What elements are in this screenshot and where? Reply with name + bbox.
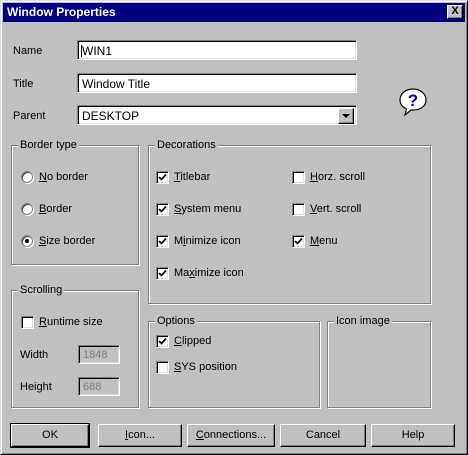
radio-no-border-label[interactable]: No border	[39, 171, 88, 183]
checkbox-system-menu[interactable]	[156, 203, 169, 216]
decorations-title: Decorations	[155, 139, 218, 151]
close-icon: X	[451, 5, 459, 17]
checkbox-vert-scroll-label[interactable]: Vert. scroll	[310, 203, 361, 215]
height-label: Height	[20, 381, 52, 393]
checkbox-titlebar[interactable]	[156, 171, 169, 184]
radio-size-border[interactable]	[21, 235, 33, 247]
checkbox-menu[interactable]	[292, 235, 305, 248]
checkbox-titlebar-label[interactable]: Titlebar	[174, 171, 210, 183]
checkbox-horz-scroll-label[interactable]: Horz. scroll	[310, 171, 365, 183]
ok-button[interactable]: OK	[10, 423, 90, 448]
checkbox-sys-position[interactable]	[156, 361, 169, 374]
icon-button[interactable]: Icon...	[98, 424, 182, 447]
name-label: Name	[13, 45, 43, 57]
chevron-down-icon[interactable]	[338, 108, 354, 124]
help-icon[interactable]: ?	[398, 87, 428, 117]
close-button[interactable]: X	[447, 5, 463, 19]
checkbox-vert-scroll[interactable]	[292, 203, 305, 216]
checkbox-minimize-icon-label[interactable]: Minimize icon	[174, 235, 241, 247]
radio-no-border[interactable]	[21, 171, 33, 183]
checkbox-maximize-icon[interactable]	[156, 267, 169, 280]
title-label: Title	[13, 78, 34, 90]
checkbox-sys-position-label[interactable]: SYS position	[174, 361, 237, 373]
border-type-title: Border type	[18, 139, 79, 151]
window-properties-dialog: Window Properties X Name WIN1 Title Wind…	[0, 0, 468, 455]
checkbox-clipped-label[interactable]: Clipped	[174, 335, 211, 347]
radio-size-border-label[interactable]: Size border	[39, 235, 95, 247]
checkbox-maximize-icon-label[interactable]: Maximize icon	[174, 267, 244, 279]
text-caret	[81, 45, 82, 57]
radio-border-label[interactable]: Border	[39, 203, 72, 215]
parent-value: DESKTOP	[82, 109, 140, 123]
width-label: Width	[20, 349, 49, 361]
checkbox-clipped[interactable]	[156, 335, 169, 348]
cancel-button[interactable]: Cancel	[280, 424, 366, 447]
parent-select[interactable]: DESKTOP	[77, 105, 357, 125]
checkbox-horz-scroll[interactable]	[292, 171, 305, 184]
width-input: 1848	[78, 345, 120, 364]
scrolling-title: Scrolling	[18, 284, 65, 296]
help-button[interactable]: Help	[371, 424, 455, 447]
parent-label: Parent	[13, 110, 46, 122]
checkbox-minimize-icon[interactable]	[156, 235, 169, 248]
icon-image-group[interactable]: Icon image	[327, 315, 431, 408]
width-value: 1848	[83, 349, 108, 361]
title-bar[interactable]: Window Properties X	[3, 3, 465, 22]
name-value: WIN1	[82, 44, 112, 58]
checkbox-menu-label[interactable]: Menu	[310, 235, 338, 247]
window-title: Window Properties	[7, 5, 116, 19]
title-value: Window Title	[82, 77, 151, 91]
radio-selected-dot	[25, 239, 29, 243]
checkbox-runtime-size-label[interactable]: Runtime size	[39, 316, 103, 328]
options-title: Options	[155, 315, 197, 327]
title-input[interactable]: Window Title	[77, 73, 357, 93]
checkbox-runtime-size[interactable]	[21, 316, 34, 329]
connections-button[interactable]: Connections...	[187, 424, 275, 447]
name-input[interactable]: WIN1	[77, 40, 357, 60]
icon-image-title: Icon image	[334, 315, 392, 327]
svg-text:?: ?	[408, 91, 418, 110]
radio-border[interactable]	[21, 203, 33, 215]
checkbox-system-menu-label[interactable]: System menu	[174, 203, 241, 215]
height-input: 688	[78, 377, 120, 396]
decorations-group: Decorations	[148, 139, 431, 304]
height-value: 688	[83, 381, 102, 393]
